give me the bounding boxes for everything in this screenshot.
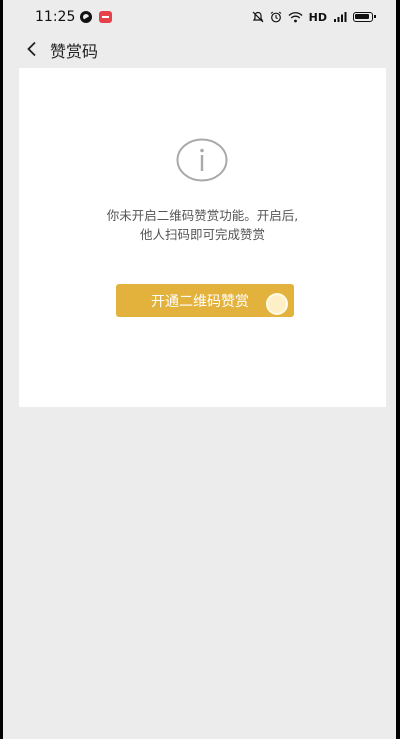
red-badge-app-icon xyxy=(99,11,112,23)
page-title: 赞赏码 xyxy=(50,42,99,61)
battery-icon xyxy=(353,12,376,22)
enable-button-label: 开通二维码赞赏 xyxy=(151,293,249,310)
touch-indicator xyxy=(266,293,288,315)
alarm-icon xyxy=(270,11,282,23)
screen: 11:25 HD 赞赏码 你未开启二维码赞赏功能。开启后, 他人扫码即可完成赞赏… xyxy=(3,0,396,739)
message-line-2: 他人扫码即可完成赞赏 xyxy=(139,227,265,242)
wifi-icon xyxy=(288,11,303,23)
mute-icon xyxy=(252,11,264,23)
network-type-label: HD xyxy=(308,10,327,24)
system-icons: HD xyxy=(252,8,376,26)
reward-card: 你未开启二维码赞赏功能。开启后, 他人扫码即可完成赞赏 开通二维码赞赏 xyxy=(19,68,386,407)
signal-icon xyxy=(333,11,347,23)
chevron-left-icon xyxy=(27,41,36,57)
disabled-message: 你未开启二维码赞赏功能。开启后, 他人扫码即可完成赞赏 xyxy=(19,206,386,244)
status-time: 11:25 xyxy=(35,9,76,25)
back-button[interactable] xyxy=(20,37,44,61)
info-circle-icon xyxy=(176,138,228,182)
title-bar: 赞赏码 xyxy=(3,34,396,64)
app-notification-icon xyxy=(80,11,92,23)
message-line-1: 你未开启二维码赞赏功能。开启后, xyxy=(106,208,299,223)
status-bar: 11:25 HD xyxy=(3,0,396,34)
